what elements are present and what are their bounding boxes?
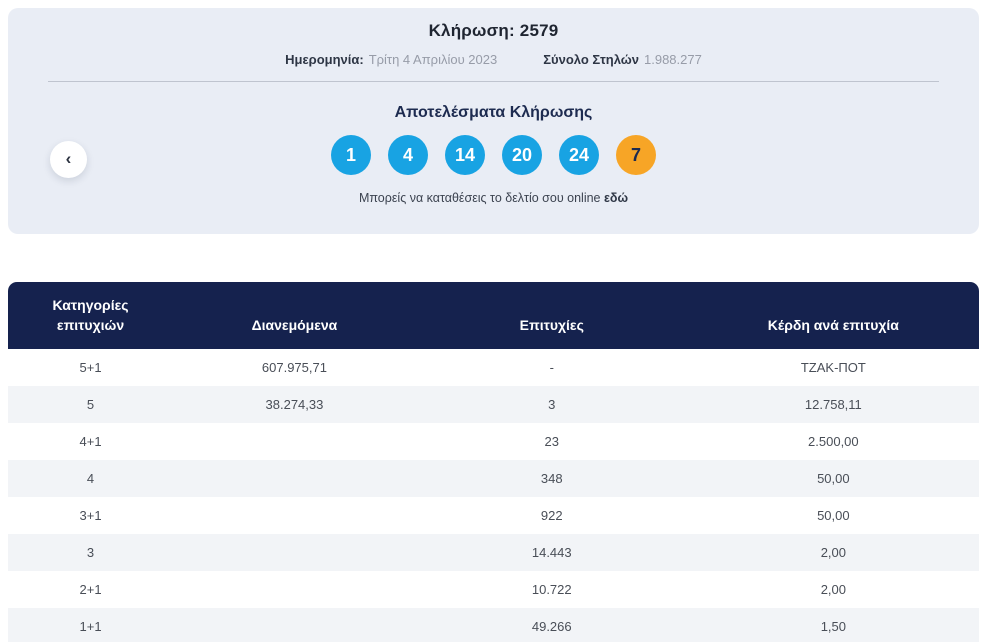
winning-numbers-row: 1 4 14 20 24 7 (8, 135, 979, 175)
cell-category: 3+1 (8, 496, 174, 534)
cell-distributed (173, 422, 416, 460)
cell-prize: 2,00 (687, 533, 979, 571)
cell-winners: 348 (415, 459, 688, 497)
winning-number-ball: 1 (331, 135, 371, 175)
draw-date: Ημερομηνία: Τρίτη 4 Απριλίου 2023 (285, 52, 497, 67)
cell-prize: 1,50 (687, 607, 979, 642)
winning-number-ball: 4 (388, 135, 428, 175)
cell-category: 5+1 (8, 348, 174, 386)
table-header: Κατηγορίες επιτυχιών Διανεμόμενα Επιτυχί… (8, 282, 979, 349)
cell-distributed: 607.975,71 (173, 348, 416, 386)
winning-categories-table: Κατηγορίες επιτυχιών Διανεμόμενα Επιτυχί… (8, 282, 979, 642)
draw-number: 2579 (519, 21, 559, 40)
table-row: 4+1 23 2.500,00 (8, 422, 979, 460)
cell-prize: 2,00 (687, 570, 979, 608)
chevron-left-icon: ‹ (65, 149, 72, 168)
cell-category: 3 (8, 533, 174, 571)
online-deposit-text: Μπορείς να καταθέσεις το δελτίο σου onli… (8, 191, 979, 205)
cell-distributed (173, 570, 416, 608)
draw-date-value: Τρίτη 4 Απριλίου 2023 (368, 52, 498, 67)
total-columns: Σύνολο Στηλών 1.988.277 (543, 52, 702, 67)
card-divider (48, 81, 939, 82)
total-columns-value: 1.988.277 (644, 52, 702, 67)
winning-number-ball: 14 (445, 135, 485, 175)
cell-winners: 14.443 (415, 533, 688, 571)
total-columns-label: Σύνολο Στηλών (543, 52, 639, 67)
online-deposit-link[interactable]: εδώ (604, 191, 628, 205)
table-row: 5+1 607.975,71- ΤΖΑΚ-ΠΟΤ (8, 348, 979, 386)
header-prize-per-win: Κέρδη ανά επιτυχία (687, 282, 979, 349)
draw-result-card: Κλήρωση: 2579 Ημερομηνία: Τρίτη 4 Απριλί… (8, 8, 979, 234)
cell-category: 2+1 (8, 570, 174, 608)
cell-category: 5 (8, 385, 174, 423)
cell-distributed (173, 607, 416, 642)
table-row: 2+1 10.722 2,00 (8, 570, 979, 608)
table-row: 5 38.274,33 3 12.758,11 (8, 385, 979, 423)
table-row: 1+1 49.266 1,50 (8, 607, 979, 642)
bonus-number-ball: 7 (616, 135, 656, 175)
draw-date-label: Ημερομηνία: (285, 52, 364, 67)
winning-number-ball: 20 (502, 135, 542, 175)
header-categories: Κατηγορίες επιτυχιών (8, 282, 174, 349)
table-row: 3 14.443 2,00 (8, 533, 979, 571)
header-winners: Επιτυχίες (415, 282, 688, 349)
winning-categories-table-wrap: Κατηγορίες επιτυχιών Διανεμόμενα Επιτυχί… (8, 282, 979, 642)
cell-winners: 49.266 (415, 607, 688, 642)
table-row: 3+1 922 50,00 (8, 496, 979, 534)
results-title: Αποτελέσματα Κλήρωσης (394, 104, 593, 121)
cell-winners: 23 (415, 422, 688, 460)
cell-distributed (173, 496, 416, 534)
cell-category: 4 (8, 459, 174, 497)
draw-title: Κλήρωση: 2579 (8, 8, 979, 41)
cell-category: 4+1 (8, 422, 174, 460)
cell-prize: ΤΖΑΚ-ΠΟΤ (687, 348, 979, 386)
table-row: 4 348 50,00 (8, 459, 979, 497)
header-distributed: Διανεμόμενα (173, 282, 416, 349)
cell-distributed (173, 533, 416, 571)
previous-draw-button[interactable]: ‹ (50, 141, 87, 178)
cell-prize: 2.500,00 (687, 422, 979, 460)
winning-number-ball: 24 (559, 135, 599, 175)
cell-prize: 50,00 (687, 496, 979, 534)
cell-distributed (173, 459, 416, 497)
cell-winners: 3 (415, 385, 688, 423)
cell-winners: - (415, 348, 688, 386)
cell-winners: 10.722 (415, 570, 688, 608)
cell-prize: 12.758,11 (687, 385, 979, 423)
cell-prize: 50,00 (687, 459, 979, 497)
table-body: 5+1 607.975,71- ΤΖΑΚ-ΠΟΤ 5 38.274,33 3 12.758,… (8, 348, 979, 642)
draw-meta-row: Ημερομηνία: Τρίτη 4 Απριλίου 2023 Σύνολο… (8, 52, 979, 67)
draw-title-label: Κλήρωση: (428, 21, 515, 40)
cell-category: 1+1 (8, 607, 174, 642)
online-deposit-text-body: Μπορείς να καταθέσεις το δελτίο σου onli… (358, 191, 601, 205)
cell-distributed: 38.274,33 (173, 385, 416, 423)
cell-winners: 922 (415, 496, 688, 534)
